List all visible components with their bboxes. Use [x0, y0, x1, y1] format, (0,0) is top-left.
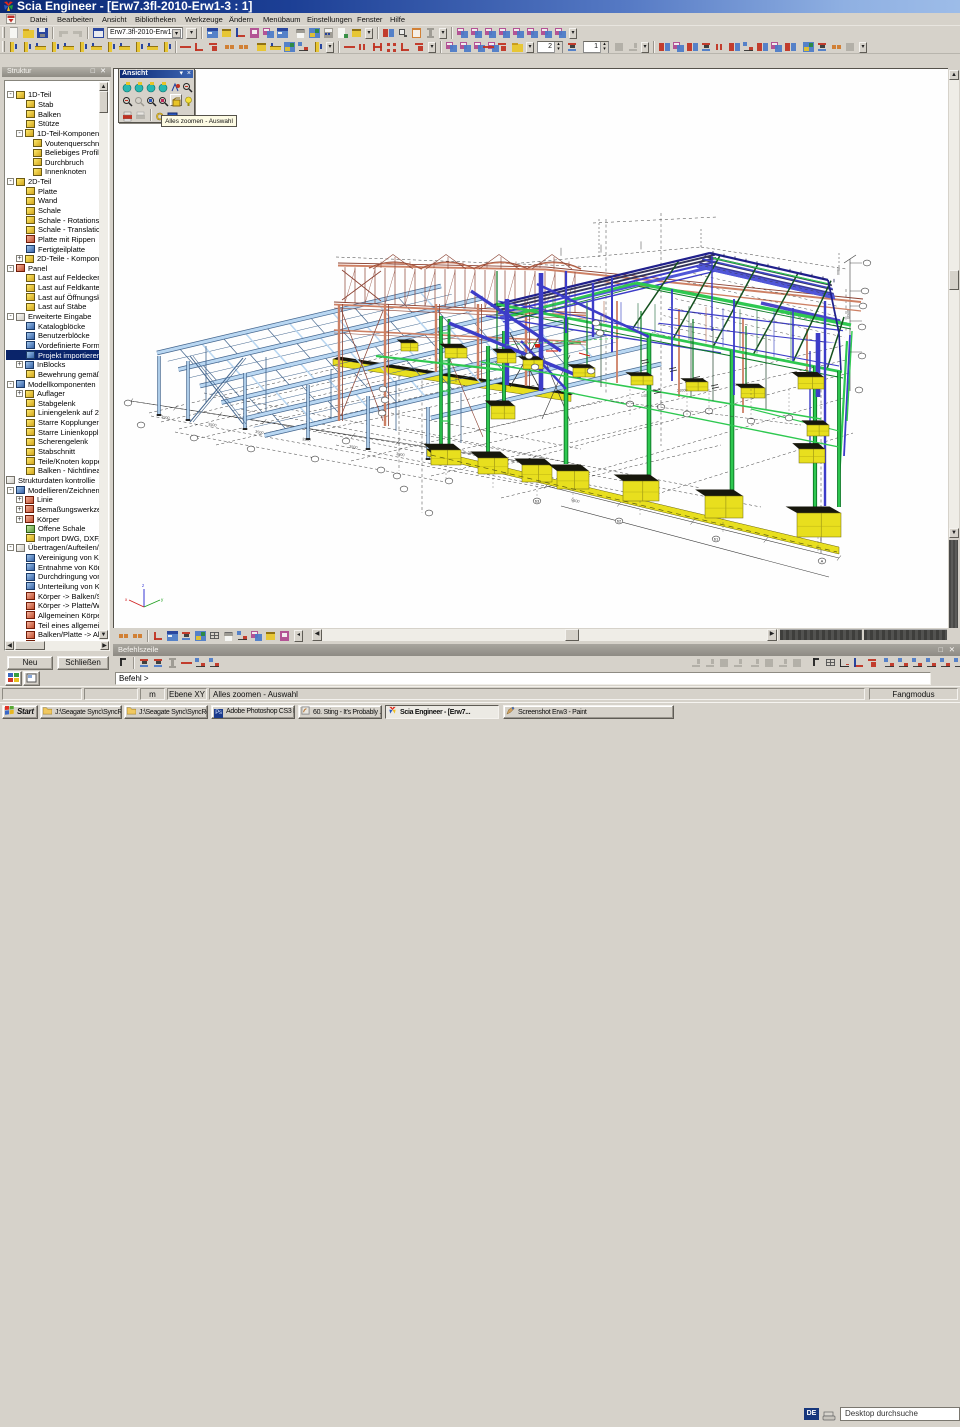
svg-text:2100: 2100	[836, 267, 840, 275]
svg-text:3500: 3500	[208, 422, 217, 427]
svg-text:x: x	[125, 597, 128, 602]
svg-text:30935: 30935	[846, 309, 850, 319]
svg-text:62: 62	[617, 518, 622, 523]
svg-text:3500: 3500	[161, 415, 170, 420]
svg-text:61: 61	[714, 536, 719, 541]
svg-text:9600: 9600	[571, 498, 580, 504]
svg-text:z: z	[142, 583, 145, 588]
svg-text:63: 63	[535, 498, 540, 503]
svg-text:A: A	[821, 558, 824, 563]
svg-text:y: y	[161, 597, 164, 602]
svg-text:3500: 3500	[349, 445, 358, 450]
svg-text:3500: 3500	[396, 452, 405, 457]
svg-text:3500: 3500	[255, 430, 264, 435]
